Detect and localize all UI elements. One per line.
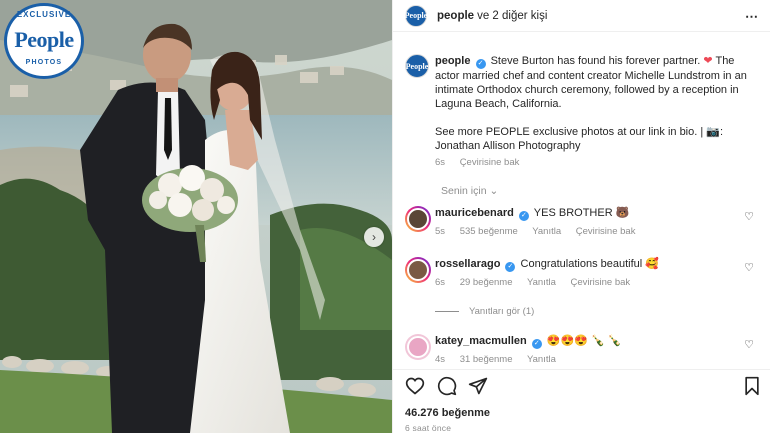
comment-age: 5s [435, 226, 446, 237]
verified-icon: ✓ [505, 262, 516, 272]
comment-bubble-icon[interactable] [437, 376, 457, 396]
caption-account[interactable]: people [435, 55, 470, 67]
comment: mauricebenard ✓ YES BROTHER 🐻 5s 535 beğ… [405, 206, 760, 237]
avatar[interactable] [405, 257, 431, 283]
avatar[interactable]: People [405, 54, 429, 78]
comment-filter-dropdown[interactable]: Senin için ⌄ [441, 185, 498, 197]
instagram-post: EXCLUSIVE People PHOTOS › People people … [0, 0, 770, 433]
account-name[interactable]: people [437, 10, 474, 22]
caption-translate-link[interactable]: Çevirisine bak [460, 157, 520, 168]
like-comment-heart-icon[interactable]: ♡ [744, 210, 754, 223]
like-comment-heart-icon[interactable]: ♡ [744, 261, 754, 274]
avatar[interactable] [405, 334, 431, 360]
reply-link[interactable]: Yanıtla [527, 277, 556, 288]
post-header: People people ve 2 diğer kişi ⋯ [393, 0, 770, 32]
comment: rossellarago ✓ Congratulations beautiful… [405, 257, 760, 288]
post-photo[interactable]: EXCLUSIVE People PHOTOS › [0, 0, 392, 433]
post-sidebar: People people ve 2 diğer kişi ⋯ People p… [392, 0, 770, 433]
badge-bottom-text: PHOTOS [25, 59, 63, 66]
caption-age: 6s [435, 157, 446, 168]
comment-likes[interactable]: 31 beğenme [460, 354, 513, 365]
like-heart-icon[interactable] [405, 376, 425, 396]
post-timestamp[interactable]: 6 saat önce [405, 423, 451, 433]
badge-top-text: EXCLUSIVE [16, 10, 72, 19]
collab-text[interactable]: ve 2 diğer kişi [477, 10, 547, 22]
view-replies-link[interactable]: Yanıtları gör (1) [435, 306, 534, 317]
people-logo: People [14, 27, 74, 52]
verified-icon: ✓ [475, 59, 486, 69]
translate-link[interactable]: Çevirisine bak [571, 277, 631, 288]
heart-emoji-icon: ❤ [703, 55, 713, 67]
comment-text: Congratulations beautiful 🥰 [520, 258, 659, 270]
more-options-icon[interactable]: ⋯ [745, 9, 759, 25]
action-bar: 46.276 beğenme 6 saat önce [393, 369, 770, 433]
comment-user[interactable]: rossellarago [435, 258, 500, 270]
comment-likes[interactable]: 535 beğenme [460, 226, 518, 237]
people-exclusive-badge: EXCLUSIVE People PHOTOS [4, 3, 84, 79]
comment-age: 6s [435, 277, 446, 288]
verified-icon: ✓ [531, 339, 542, 349]
comment-filter-label: Senin için [441, 185, 487, 197]
comment: katey_macmullen ✓ 😍😍😍 🍾 🍾 4s 31 beğenme … [405, 334, 760, 365]
caption-text-1: Steve Burton has found his forever partn… [490, 55, 701, 67]
caption-text-3: See more PEOPLE exclusive photos at our … [435, 126, 724, 152]
translate-link[interactable]: Çevirisine bak [576, 226, 636, 237]
verified-icon: ✓ [518, 211, 529, 221]
chevron-down-icon: ⌄ [489, 185, 499, 197]
share-send-icon[interactable] [468, 376, 488, 396]
comment-age: 4s [435, 354, 446, 365]
avatar[interactable] [405, 206, 431, 232]
comment-user[interactable]: katey_macmullen [435, 335, 527, 347]
like-comment-heart-icon[interactable]: ♡ [744, 338, 754, 351]
next-photo-chevron-icon[interactable]: › [364, 227, 384, 247]
reply-link[interactable]: Yanıtla [527, 354, 556, 365]
comment-user[interactable]: mauricebenard [435, 207, 514, 219]
save-bookmark-icon[interactable] [743, 376, 761, 396]
view-replies-label: Yanıtları gör (1) [469, 306, 535, 317]
comment-text: YES BROTHER 🐻 [533, 207, 630, 219]
caption: People people ✓ Steve Burton has found h… [405, 54, 760, 170]
comment-text: 😍😍😍 🍾 🍾 [546, 335, 622, 347]
avatar[interactable]: People [405, 4, 427, 27]
divider [435, 311, 459, 312]
like-count[interactable]: 46.276 beğenme [405, 407, 490, 419]
reply-link[interactable]: Yanıtla [532, 226, 561, 237]
comment-likes[interactable]: 29 beğenme [460, 277, 513, 288]
